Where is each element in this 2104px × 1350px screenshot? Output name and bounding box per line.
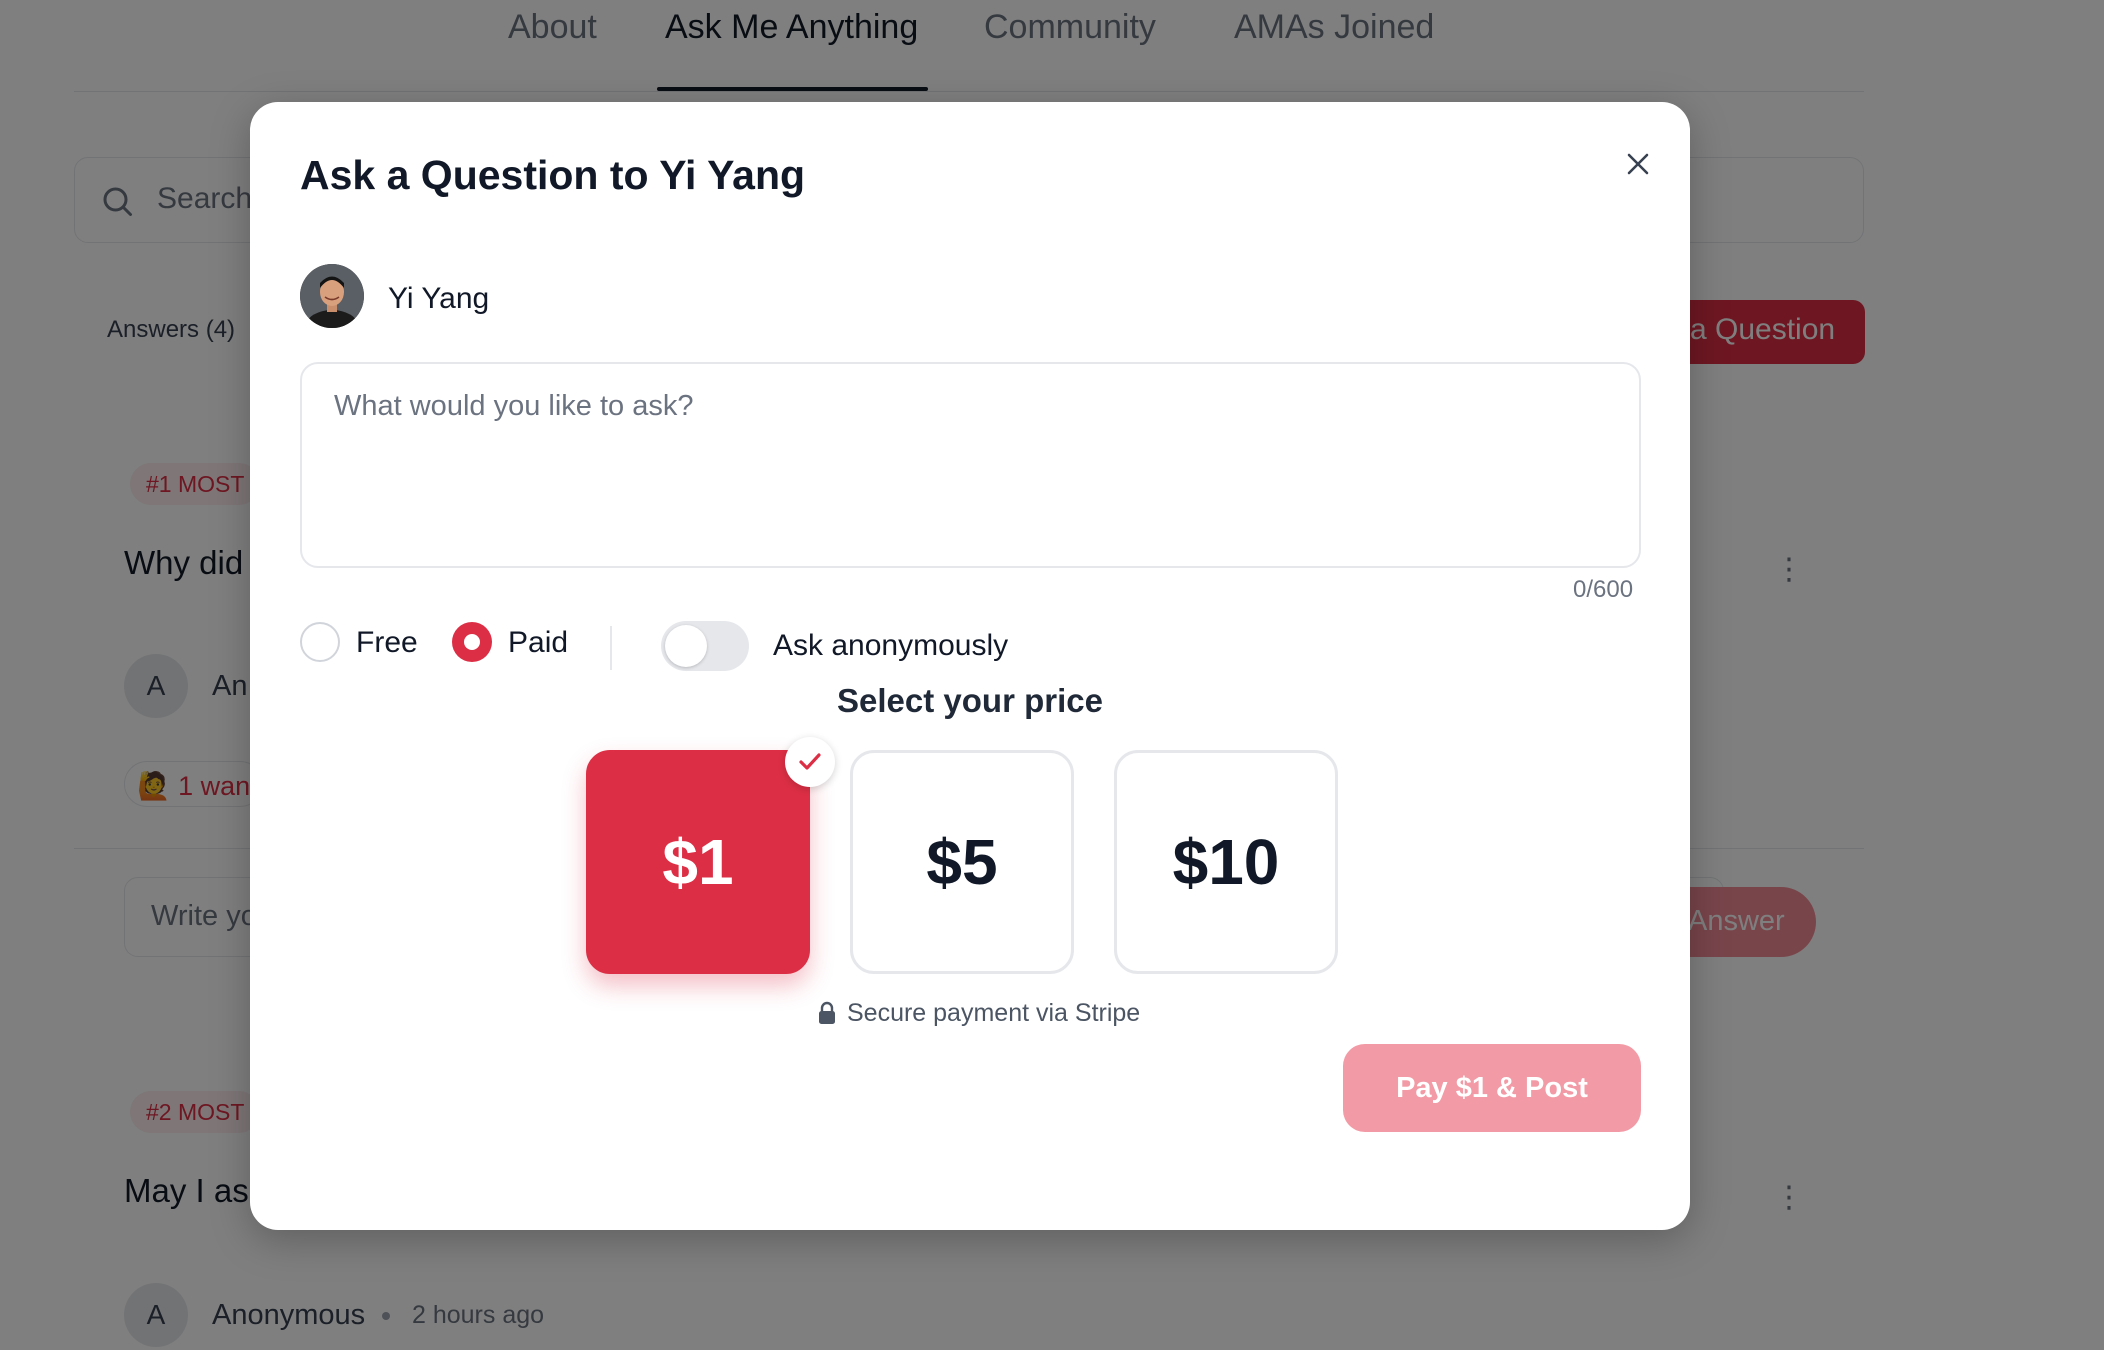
price-label: $10 bbox=[1172, 826, 1280, 898]
selected-check-badge bbox=[785, 737, 835, 787]
options-divider bbox=[610, 626, 612, 670]
modal-title: Ask a Question to Yi Yang bbox=[300, 152, 806, 198]
lock-icon bbox=[819, 1001, 835, 1024]
price-heading: Select your price bbox=[837, 682, 1103, 719]
question-input[interactable] bbox=[300, 362, 1641, 568]
host-photo bbox=[300, 264, 364, 328]
anonymous-toggle-label[interactable]: Ask anonymously bbox=[773, 629, 1008, 663]
toggle-knob bbox=[665, 625, 707, 667]
price-option-1[interactable]: $1 bbox=[586, 737, 835, 974]
free-radio[interactable] bbox=[300, 622, 340, 662]
secure-payment-note: Secure payment via Stripe bbox=[847, 999, 1141, 1027]
price-option-10[interactable]: $10 bbox=[1114, 750, 1338, 974]
price-label: $1 bbox=[662, 826, 734, 898]
close-icon[interactable] bbox=[1616, 142, 1660, 186]
price-option-5[interactable]: $5 bbox=[850, 750, 1074, 974]
host-name: Yi Yang bbox=[388, 282, 490, 315]
paid-radio-label[interactable]: Paid bbox=[508, 626, 568, 660]
avatar bbox=[300, 264, 364, 328]
checkmark-icon bbox=[799, 753, 821, 770]
price-label: $5 bbox=[926, 826, 998, 898]
paid-radio[interactable] bbox=[452, 622, 492, 662]
pay-and-post-button[interactable]: Pay $1 & Post bbox=[1343, 1044, 1641, 1132]
character-count: 0/600 bbox=[1573, 576, 1634, 603]
ask-question-modal: Ask a Question to Yi Yang Yi Yang 0/600 … bbox=[250, 102, 1690, 1230]
free-radio-label[interactable]: Free bbox=[356, 626, 418, 660]
anonymous-toggle[interactable] bbox=[661, 621, 749, 671]
